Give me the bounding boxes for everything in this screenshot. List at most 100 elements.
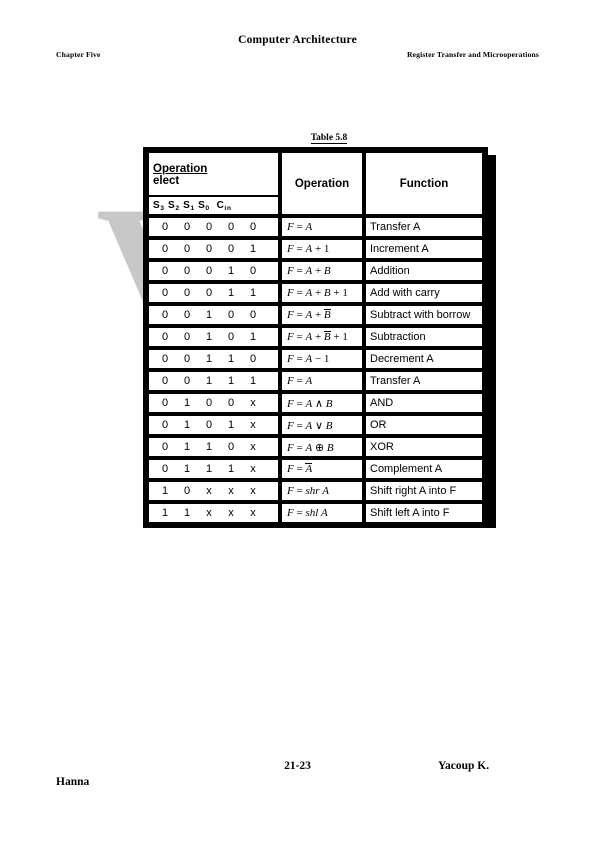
cell-operation-select: 0 0 0 0 1 <box>147 238 280 260</box>
bit-s2: 1 <box>183 419 191 431</box>
bit-s3: 0 <box>161 353 169 365</box>
cell-operation-select: 0 0 1 0 0 <box>147 304 280 326</box>
cell-operation: F = shr A <box>280 480 364 502</box>
cell-operation-select: 0 1 0 1 x <box>147 414 280 436</box>
bit-s1: 0 <box>205 397 213 409</box>
bit-s2: 0 <box>183 331 191 343</box>
bit-s0: 1 <box>227 463 235 475</box>
bit-s3: 0 <box>161 331 169 343</box>
table-row: 0 1 0 0 x F = A ∧ B AND <box>147 392 484 414</box>
bit-s1: 1 <box>205 353 213 365</box>
operation-select-line1: Operation <box>153 162 208 175</box>
table-row: 0 1 0 1 x F = A ∨ B OR <box>147 414 484 436</box>
cell-function: OR <box>364 414 484 436</box>
cell-function: Transfer A <box>364 370 484 392</box>
bit-s2: 0 <box>183 485 191 497</box>
cell-operation: F = A − 1 <box>280 348 364 370</box>
footer-author-first: Yacoup K. <box>438 760 490 772</box>
bit-s0: 1 <box>227 353 235 365</box>
bit-cin: 1 <box>249 287 257 299</box>
cell-function: Shift right A into F <box>364 480 484 502</box>
bit-s1: 0 <box>205 265 213 277</box>
bit-s2: 1 <box>183 397 191 409</box>
cell-operation: F = A ∧ B <box>280 392 364 414</box>
cell-operation: F = A <box>280 458 364 480</box>
cell-operation: F = shl A <box>280 502 364 524</box>
footer-page-number: 21-23 <box>284 760 311 772</box>
bit-s3: 1 <box>161 485 169 497</box>
bit-cin: 1 <box>249 331 257 343</box>
cell-function: XOR <box>364 436 484 458</box>
cell-operation: F = A ∨ B <box>280 414 364 436</box>
bit-s1: x <box>206 507 212 519</box>
cell-function: Addition <box>364 260 484 282</box>
table-row: 1 0 x x x F = shr A Shift right A into F <box>147 480 484 502</box>
bit-cin: 0 <box>249 309 257 321</box>
bit-s2: 0 <box>183 353 191 365</box>
table-caption: Table 5.8 <box>143 133 488 144</box>
bit-s2: 0 <box>183 265 191 277</box>
table-row: 0 0 0 1 0 F = A + B Addition <box>147 260 484 282</box>
bit-s2: 1 <box>183 441 191 453</box>
bit-s3: 0 <box>161 419 169 431</box>
bit-cin: x <box>250 485 256 497</box>
cell-operation: F = A + B + 1 <box>280 326 364 348</box>
cell-operation-select: 0 0 0 1 1 <box>147 282 280 304</box>
bit-s3: 0 <box>161 463 169 475</box>
table-row: 0 0 0 0 0 F = A Transfer A <box>147 216 484 238</box>
bit-s2: 0 <box>183 309 191 321</box>
bit-s1: 0 <box>205 243 213 255</box>
bit-s1: 1 <box>205 441 213 453</box>
cell-operation: F = A <box>280 370 364 392</box>
bit-s3: 0 <box>161 309 169 321</box>
table-row: 1 1 x x x F = shl A Shift left A into F <box>147 502 484 524</box>
bit-s2: 1 <box>183 463 191 475</box>
bit-s0: 1 <box>227 287 235 299</box>
table-block: Table 5.8 Operation elect Operation Func… <box>143 133 496 528</box>
cell-operation: F = A + 1 <box>280 238 364 260</box>
table-row: 0 0 0 1 1 F = A + B + 1 Add with carry <box>147 282 484 304</box>
bit-s0: 0 <box>227 397 235 409</box>
table-body: 00000F = A Transfer A00001F = A + 1 Increm… <box>147 216 484 524</box>
bit-s1: 0 <box>205 419 213 431</box>
bit-s3: 0 <box>161 287 169 299</box>
bit-s3: 0 <box>161 265 169 277</box>
bit-s1: 1 <box>205 375 213 387</box>
bit-s0: 0 <box>227 243 235 255</box>
table-head: Operation elect Operation Function S3 S2… <box>147 151 484 216</box>
bit-s3: 0 <box>161 397 169 409</box>
bit-s0: 0 <box>227 331 235 343</box>
bit-cin: 0 <box>249 353 257 365</box>
header-bit-labels: S3 S2 S1 S0 Cin <box>147 195 280 216</box>
bit-s0: 0 <box>227 221 235 233</box>
cell-operation-select: 0 0 0 0 0 <box>147 216 280 238</box>
bit-s1: 0 <box>205 287 213 299</box>
footer-author-last: Hanna <box>56 776 90 788</box>
table-row: 0 0 1 1 0 F = A − 1 Decrement A <box>147 348 484 370</box>
table-header-row: Operation elect Operation Function <box>147 151 484 216</box>
bit-s1: 1 <box>205 463 213 475</box>
table-caption-text: Table 5.8 <box>310 133 348 144</box>
bit-cin: 0 <box>249 221 257 233</box>
table-row: 0 0 1 0 1 F = A + B + 1 Subtraction <box>147 326 484 348</box>
bit-cin: x <box>250 507 256 519</box>
cell-operation: F = A + B + 1 <box>280 282 364 304</box>
cell-operation-select: 0 0 1 0 1 <box>147 326 280 348</box>
function-table: Operation elect Operation Function S3 S2… <box>147 151 484 524</box>
operation-select-line2: elect <box>153 175 180 187</box>
page-header: Computer Architecture Chapter Five Regis… <box>0 34 595 68</box>
cell-function: Complement A <box>364 458 484 480</box>
table-row: 0 1 1 1 x F = A Complement A <box>147 458 484 480</box>
bit-s0: 1 <box>227 375 235 387</box>
bit-s2: 0 <box>183 243 191 255</box>
bit-cin: 0 <box>249 265 257 277</box>
bit-cin: x <box>250 397 256 409</box>
cell-operation-select: 0 1 1 1 x <box>147 458 280 480</box>
cell-function: Subtract with borrow <box>364 304 484 326</box>
cell-operation: F = A + B <box>280 304 364 326</box>
bit-s2: 0 <box>183 375 191 387</box>
bit-s2: 1 <box>183 507 191 519</box>
section-label: Register Transfer and Microoperations <box>406 50 539 59</box>
header-operation-select: Operation elect <box>147 151 280 195</box>
bit-s3: 1 <box>161 507 169 519</box>
